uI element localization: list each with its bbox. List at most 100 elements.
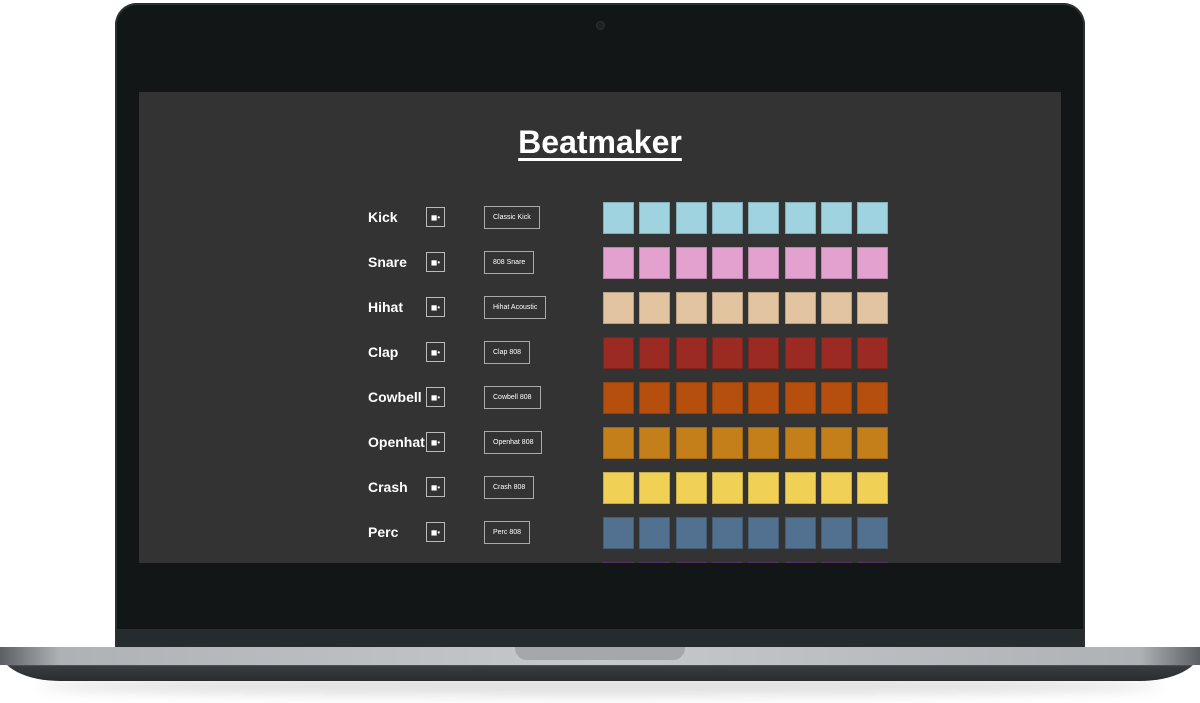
track-row: Crash ◼• Crash 808 [139, 472, 1061, 504]
step-pad[interactable] [711, 247, 743, 279]
step-pad[interactable] [784, 202, 816, 234]
step-pad[interactable] [639, 292, 671, 324]
step-pad[interactable] [857, 247, 889, 279]
step-pad[interactable] [675, 337, 707, 369]
mute-button[interactable]: ◼• [426, 207, 445, 227]
sound-select[interactable]: Cowbell 808 [484, 386, 541, 409]
step-pad[interactable] [784, 517, 816, 549]
sound-select[interactable]: Hihat Acoustic [484, 296, 547, 319]
step-pad[interactable] [820, 427, 852, 459]
sound-select[interactable]: Openhat 808 [484, 431, 543, 454]
track-name: Snare [368, 254, 407, 270]
step-pad[interactable] [639, 247, 671, 279]
mute-button[interactable]: ◼• [426, 342, 445, 362]
step-pad[interactable] [711, 382, 743, 414]
track-name: Crash [368, 479, 408, 495]
step-pad[interactable] [857, 562, 889, 563]
step-pad[interactable] [675, 292, 707, 324]
step-pad[interactable] [748, 247, 780, 279]
step-pad[interactable] [784, 427, 816, 459]
step-pad[interactable] [675, 562, 707, 563]
step-pad[interactable] [603, 337, 634, 369]
step-pad[interactable] [857, 292, 889, 324]
step-pad[interactable] [857, 337, 889, 369]
step-pad[interactable] [675, 472, 707, 504]
step-pad[interactable] [748, 337, 780, 369]
step-pad[interactable] [603, 472, 634, 504]
step-pad[interactable] [639, 562, 671, 563]
step-pad[interactable] [603, 427, 634, 459]
sound-select[interactable]: Classic Kick [484, 206, 540, 229]
mute-button[interactable]: ◼• [426, 522, 445, 542]
speaker-icon: ◼• [430, 527, 441, 537]
step-pad[interactable] [603, 202, 634, 234]
track-row: Snare ◼• 808 Snare [139, 247, 1061, 279]
speaker-icon: ◼• [430, 347, 441, 357]
step-pad[interactable] [675, 517, 707, 549]
mute-button[interactable]: ◼• [426, 477, 445, 497]
mute-button[interactable]: ◼• [426, 297, 445, 317]
step-pad[interactable] [784, 562, 816, 563]
step-pad[interactable] [857, 427, 889, 459]
step-pad[interactable] [603, 562, 634, 563]
step-pad[interactable] [603, 247, 634, 279]
step-pad[interactable] [820, 472, 852, 504]
step-pad[interactable] [784, 247, 816, 279]
step-pad[interactable] [711, 202, 743, 234]
step-pad[interactable] [748, 292, 780, 324]
step-pad[interactable] [857, 472, 889, 504]
step-pad[interactable] [711, 427, 743, 459]
step-pad[interactable] [748, 562, 780, 563]
sound-select[interactable]: Clap 808 [484, 341, 531, 364]
step-pad[interactable] [711, 562, 743, 563]
step-pad[interactable] [675, 382, 707, 414]
step-pad[interactable] [603, 517, 634, 549]
step-pad[interactable] [711, 292, 743, 324]
step-pad[interactable] [820, 562, 852, 563]
step-pad[interactable] [784, 337, 816, 369]
mute-button[interactable]: ◼• [426, 387, 445, 407]
speaker-icon: ◼• [430, 482, 441, 492]
sound-select[interactable]: Crash 808 [484, 476, 535, 499]
sound-select[interactable]: Perc 808 [484, 521, 531, 544]
step-pad[interactable] [748, 472, 780, 504]
step-pad[interactable] [748, 202, 780, 234]
step-pad[interactable] [820, 247, 852, 279]
track-row: Kick ◼• Classic Kick [139, 202, 1061, 234]
mute-button[interactable]: ◼• [426, 432, 445, 452]
step-pad[interactable] [784, 292, 816, 324]
mute-button[interactable]: ◼• [426, 252, 445, 272]
laptop-notch [515, 647, 685, 660]
step-pad[interactable] [675, 202, 707, 234]
speaker-icon: ◼• [430, 257, 441, 267]
step-pad[interactable] [857, 202, 889, 234]
step-pad[interactable] [711, 337, 743, 369]
app-screen: Beatmaker Kick ◼• Classic Kick Snare ◼• 808 S… [139, 92, 1061, 563]
step-pad[interactable] [639, 337, 671, 369]
step-pad[interactable] [820, 337, 852, 369]
step-pad[interactable] [711, 472, 743, 504]
step-pad[interactable] [748, 427, 780, 459]
step-pad[interactable] [857, 517, 889, 549]
step-pad[interactable] [857, 382, 889, 414]
step-pad[interactable] [603, 292, 634, 324]
step-pad[interactable] [820, 292, 852, 324]
step-pad[interactable] [820, 517, 852, 549]
step-pad[interactable] [820, 382, 852, 414]
step-pad[interactable] [784, 472, 816, 504]
sound-select[interactable]: 808 Snare [484, 251, 535, 274]
step-pad[interactable] [748, 382, 780, 414]
step-pad[interactable] [820, 202, 852, 234]
step-pad[interactable] [639, 382, 671, 414]
step-pad[interactable] [748, 517, 780, 549]
step-pad[interactable] [603, 382, 634, 414]
step-pad[interactable] [711, 517, 743, 549]
step-pad[interactable] [639, 202, 671, 234]
step-pad[interactable] [675, 427, 707, 459]
step-pad[interactable] [675, 247, 707, 279]
step-pad[interactable] [639, 427, 671, 459]
step-pad[interactable] [639, 472, 671, 504]
step-pad[interactable] [639, 517, 671, 549]
laptop-bezel-bottom [117, 629, 1083, 649]
step-pad[interactable] [784, 382, 816, 414]
